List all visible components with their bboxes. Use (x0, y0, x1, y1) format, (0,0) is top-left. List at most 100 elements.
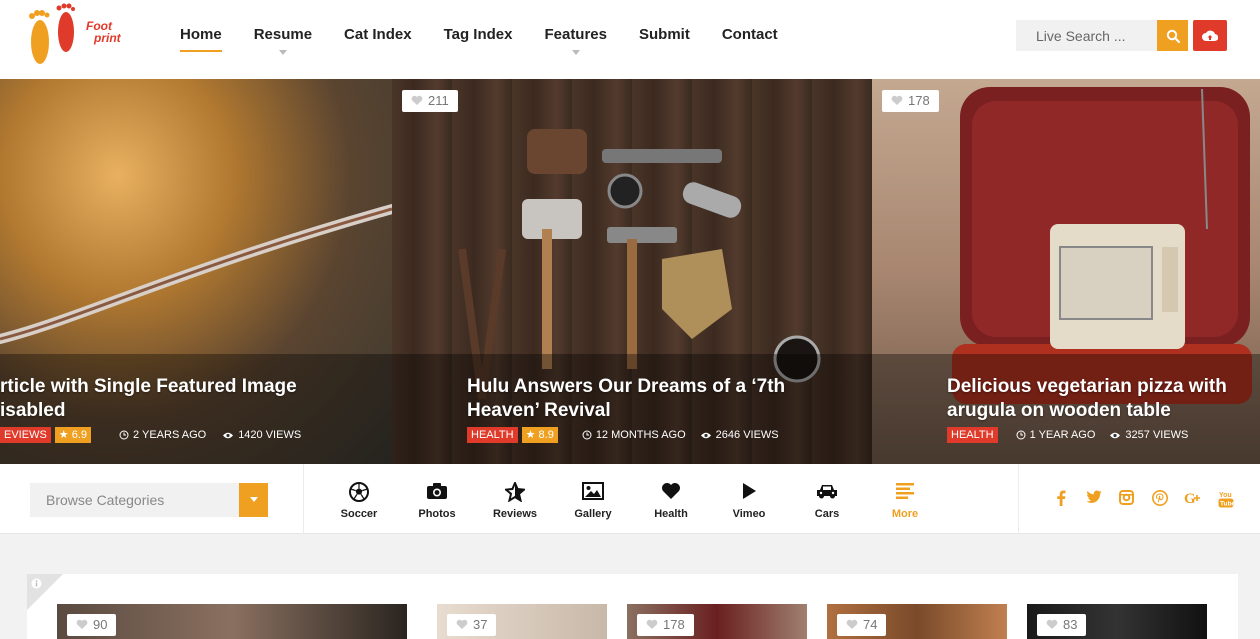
nav-item-resume[interactable]: Resume (254, 26, 312, 55)
nav-item-tag-index[interactable]: Tag Index (444, 26, 513, 50)
post-card[interactable]: 90 (57, 604, 407, 639)
logo-text: Foot print (86, 20, 121, 44)
twitter-icon (1086, 490, 1101, 503)
nav-label: Features (544, 26, 607, 43)
heart-icon (411, 95, 423, 105)
browse-categories-label: Browse Categories (46, 492, 165, 508)
post-age-text: 2 YEARS AGO (133, 429, 207, 441)
clock-icon (119, 430, 129, 440)
category-gallery[interactable]: Gallery (554, 482, 632, 520)
image-icon (582, 482, 604, 500)
post-card[interactable]: 178 (627, 604, 807, 639)
nav-label: Contact (721, 26, 778, 43)
branch-image (0, 204, 392, 344)
category-cars[interactable]: Cars (788, 482, 866, 520)
logo[interactable]: Foot print (26, 2, 121, 70)
like-counter[interactable]: 90 (67, 614, 117, 636)
like-counter[interactable]: 211 (402, 90, 458, 112)
nav-item-features[interactable]: Features (544, 26, 607, 55)
divider (303, 464, 304, 534)
category-badge[interactable]: HEALTH (467, 427, 518, 443)
category-reviews[interactable]: Reviews (476, 482, 554, 520)
like-counter[interactable]: 74 (837, 614, 887, 636)
like-count: 90 (93, 617, 108, 632)
category-icons: Soccer Photos Reviews Gallery Health Vim… (320, 482, 944, 520)
star-icon (505, 482, 525, 502)
post-card[interactable]: 37 (437, 604, 607, 639)
dropdown-arrow[interactable] (239, 483, 268, 517)
social-facebook[interactable] (1044, 490, 1077, 508)
nav-item-contact[interactable]: Contact (722, 26, 778, 50)
slide-meta: HEALTH ★ 8.9 12 MONTHS AGO 2646 VIEWS (467, 427, 779, 443)
footprint-logo-icon (29, 3, 75, 64)
like-counter[interactable]: 178 (637, 614, 694, 636)
nav-item-home[interactable]: Home (180, 26, 222, 52)
upload-button[interactable] (1193, 20, 1227, 51)
slide-title[interactable]: Hulu Answers Our Dreams of a ‘7th Heaven… (467, 375, 857, 423)
post-grid: 90 37 178 74 83 (27, 574, 1238, 639)
featured-slide[interactable]: rticle with Single Featured Image isable… (0, 79, 392, 464)
featured-slide[interactable]: 178 Delicious vegetarian pizza with arug… (872, 79, 1260, 464)
info-icon[interactable] (31, 578, 42, 589)
browse-categories-select[interactable]: Browse Categories (30, 483, 268, 517)
instagram-icon (1119, 490, 1134, 505)
category-health[interactable]: Health (632, 482, 710, 520)
post-card[interactable]: 74 (827, 604, 1007, 639)
category-label: Reviews (492, 508, 538, 520)
social-pinterest[interactable] (1143, 490, 1176, 508)
rating-value: 6.9 (71, 429, 88, 441)
category-badge[interactable]: HEALTH (947, 427, 998, 443)
like-counter[interactable]: 83 (1037, 614, 1087, 636)
nav-item-submit[interactable]: Submit (639, 26, 690, 50)
svg-text:Tube: Tube (1220, 501, 1234, 508)
category-label: Photos (418, 508, 456, 520)
svg-text:You: You (1219, 492, 1232, 499)
post-views-text: 2646 VIEWS (715, 429, 779, 441)
category-more[interactable]: More (866, 482, 944, 520)
post-views-text: 3257 VIEWS (1125, 429, 1189, 441)
slide-meta: HEALTH 1 YEAR AGO 3257 VIEWS (947, 427, 1188, 443)
category-badge[interactable]: EVIEWS (0, 427, 51, 443)
featured-slider: rticle with Single Featured Image isable… (0, 79, 1260, 464)
like-count: 178 (663, 617, 685, 632)
social-links: G You Tube (1044, 490, 1242, 508)
like-count: 211 (428, 93, 449, 108)
category-label: Cars (814, 508, 840, 520)
eye-icon (700, 432, 711, 438)
category-label: Gallery (574, 508, 612, 520)
social-google-plus[interactable]: G (1176, 490, 1209, 508)
post-card[interactable]: 83 (1027, 604, 1207, 639)
like-counter[interactable]: 178 (882, 90, 939, 112)
featured-slide[interactable]: 211 Hulu Answers Our Dreams of a ‘7th He… (392, 79, 872, 464)
category-label: Soccer (340, 508, 378, 520)
camera-icon (427, 483, 447, 499)
category-photos[interactable]: Photos (398, 482, 476, 520)
eye-icon (223, 432, 234, 438)
category-soccer[interactable]: Soccer (320, 482, 398, 520)
caret-down-icon (278, 50, 287, 55)
google-plus-icon: G (1184, 491, 1200, 506)
search-button[interactable] (1157, 20, 1188, 51)
post-age: 1 YEAR AGO (1016, 429, 1095, 441)
post-views-text: 1420 VIEWS (238, 429, 302, 441)
slide-title-line1: rticle with Single Featured Image (0, 376, 297, 397)
car-icon (817, 485, 837, 499)
like-counter[interactable]: 37 (447, 614, 497, 636)
search-icon (1166, 29, 1180, 43)
social-instagram[interactable] (1110, 490, 1143, 508)
main-nav: Home Resume Cat Index Tag Index Features… (180, 26, 810, 55)
social-twitter[interactable] (1077, 490, 1110, 508)
slide-title-line2: arugula on wooden table (947, 400, 1171, 421)
slide-title[interactable]: Delicious vegetarian pizza with arugula … (947, 375, 1247, 423)
post-views: 1420 VIEWS (222, 429, 301, 441)
rating-badge: ★ 8.9 (521, 427, 558, 443)
divider (1018, 464, 1019, 534)
social-youtube[interactable]: You Tube (1209, 490, 1242, 508)
rating-badge: ★ 6.9 (54, 427, 92, 443)
nav-label: Home (180, 26, 222, 43)
category-vimeo[interactable]: Vimeo (710, 482, 788, 520)
search-input[interactable] (1016, 20, 1157, 51)
nav-item-cat-index[interactable]: Cat Index (344, 26, 412, 50)
post-views: 3257 VIEWS (1109, 429, 1188, 441)
slide-title[interactable]: rticle with Single Featured Image isable… (0, 375, 392, 423)
